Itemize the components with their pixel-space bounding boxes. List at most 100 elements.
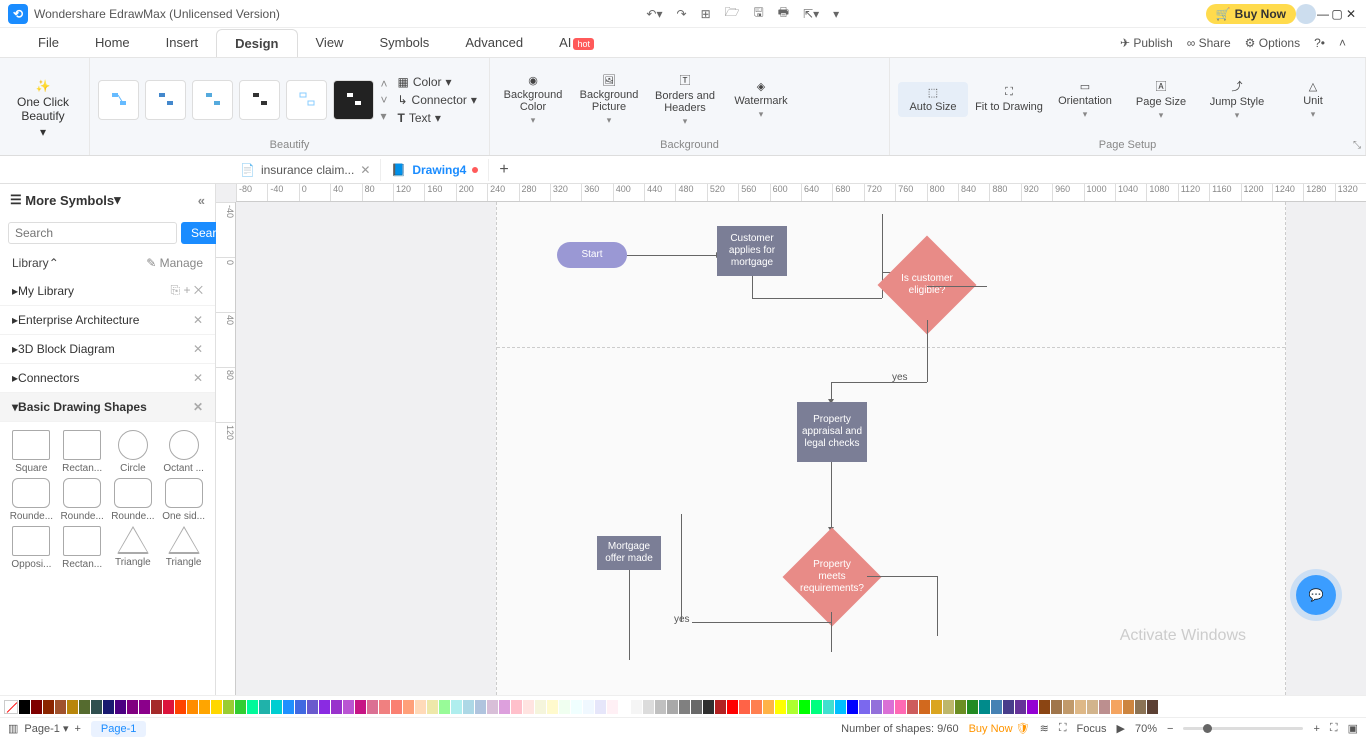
- color-swatch[interactable]: [1063, 700, 1074, 714]
- color-swatch[interactable]: [283, 700, 294, 714]
- color-swatch[interactable]: [691, 700, 702, 714]
- theme-expand[interactable]: ▾: [380, 109, 387, 123]
- color-swatch[interactable]: [859, 700, 870, 714]
- color-swatch[interactable]: [763, 700, 774, 714]
- color-swatch[interactable]: [79, 700, 90, 714]
- add-tab-button[interactable]: +: [489, 161, 518, 179]
- user-avatar[interactable]: [1296, 4, 1316, 24]
- color-swatch[interactable]: [19, 700, 30, 714]
- collapse-sidebar-icon[interactable]: «: [198, 193, 205, 208]
- color-swatch[interactable]: [103, 700, 114, 714]
- color-swatch[interactable]: [427, 700, 438, 714]
- node-start[interactable]: Start: [557, 242, 627, 268]
- color-swatch[interactable]: [379, 700, 390, 714]
- zoom-slider[interactable]: [1183, 727, 1303, 730]
- mylib-add[interactable]: +: [183, 283, 190, 297]
- color-swatch[interactable]: [1003, 700, 1014, 714]
- connector[interactable]: [752, 276, 753, 298]
- page-area[interactable]: Start Customer applies for mortgage Is c…: [496, 202, 1286, 695]
- connector[interactable]: [681, 622, 831, 623]
- color-swatch[interactable]: [583, 700, 594, 714]
- color-swatch[interactable]: [1027, 700, 1038, 714]
- shape-Rectan...[interactable]: Rectan...: [59, 526, 106, 570]
- page-tab[interactable]: Page-1: [91, 721, 146, 737]
- fit-to-drawing-button[interactable]: ⛶Fit to Drawing: [974, 82, 1044, 117]
- export-icon[interactable]: ⇱▾: [803, 7, 819, 21]
- color-swatch[interactable]: [1111, 700, 1122, 714]
- shape-One sid...[interactable]: One sid...: [160, 478, 207, 522]
- color-swatch[interactable]: [607, 700, 618, 714]
- color-swatch[interactable]: [1123, 700, 1134, 714]
- color-dropdown[interactable]: ▦ Color▾: [397, 75, 476, 89]
- color-swatch[interactable]: [979, 700, 990, 714]
- manage-button[interactable]: ✎ Manage: [146, 256, 203, 270]
- color-swatch[interactable]: [391, 700, 402, 714]
- chat-bubble-icon[interactable]: 💬: [1296, 575, 1336, 615]
- color-swatch[interactable]: [871, 700, 882, 714]
- color-swatch[interactable]: [163, 700, 174, 714]
- color-swatch[interactable]: [907, 700, 918, 714]
- borders-headers-button[interactable]: 🅃Borders and Headers▾: [650, 68, 720, 131]
- color-swatch[interactable]: [463, 700, 474, 714]
- shape-Rounde...[interactable]: Rounde...: [110, 478, 157, 522]
- page-selector[interactable]: Page-1 ▾: [24, 722, 68, 735]
- shape-Octant ...[interactable]: Octant ...: [160, 430, 207, 474]
- help-icon[interactable]: ?•: [1314, 36, 1325, 50]
- color-swatch[interactable]: [331, 700, 342, 714]
- shape-Triangle[interactable]: Triangle: [160, 526, 207, 570]
- color-swatch[interactable]: [451, 700, 462, 714]
- menu-design[interactable]: Design: [216, 29, 297, 57]
- color-swatch[interactable]: [1039, 700, 1050, 714]
- theme-style-1[interactable]: [98, 80, 139, 120]
- cat-basic-shapes[interactable]: ▾ Basic Drawing Shapes✕: [0, 393, 215, 422]
- color-swatch[interactable]: [991, 700, 1002, 714]
- menu-advanced[interactable]: Advanced: [447, 29, 541, 56]
- layers-icon[interactable]: ≋: [1040, 722, 1049, 735]
- menu-view[interactable]: View: [298, 29, 362, 56]
- connector[interactable]: [937, 576, 938, 636]
- share-button[interactable]: ∞ Share: [1187, 36, 1231, 50]
- color-swatch[interactable]: [475, 700, 486, 714]
- page-setup-expand-icon[interactable]: ⤡: [1353, 140, 1361, 151]
- shape-Rectan...[interactable]: Rectan...: [59, 430, 106, 474]
- open-icon[interactable]: 🗁: [725, 3, 740, 24]
- color-swatch[interactable]: [679, 700, 690, 714]
- color-swatch[interactable]: [1147, 700, 1158, 714]
- connector[interactable]: [927, 320, 928, 382]
- cat-enterprise[interactable]: ▸ Enterprise Architecture✕: [0, 306, 215, 335]
- color-swatch[interactable]: [631, 700, 642, 714]
- shape-Square[interactable]: Square: [8, 430, 55, 474]
- theme-style-4[interactable]: [239, 80, 280, 120]
- color-swatch[interactable]: [835, 700, 846, 714]
- publish-button[interactable]: ✈ Publish: [1120, 36, 1173, 50]
- page-size-button[interactable]: 🄰Page Size▾: [1126, 74, 1196, 125]
- cat-close-3[interactable]: ✕: [193, 400, 203, 414]
- collapse-ribbon-icon[interactable]: ˄: [1339, 36, 1346, 50]
- watermark-button[interactable]: ◈Watermark▾: [726, 76, 796, 124]
- color-swatch[interactable]: [739, 700, 750, 714]
- status-buynow[interactable]: Buy Now 🛡: [969, 722, 1030, 735]
- connector-dropdown[interactable]: ↳ Connector▾: [397, 93, 476, 107]
- color-swatch[interactable]: [943, 700, 954, 714]
- color-swatch[interactable]: [223, 700, 234, 714]
- color-swatch[interactable]: [211, 700, 222, 714]
- color-swatch[interactable]: [55, 700, 66, 714]
- color-swatch[interactable]: [295, 700, 306, 714]
- color-swatch[interactable]: [43, 700, 54, 714]
- color-swatch[interactable]: [751, 700, 762, 714]
- theme-scroll-up[interactable]: ˄: [380, 77, 387, 91]
- no-color-swatch[interactable]: [4, 700, 18, 714]
- zoom-value[interactable]: 70%: [1135, 723, 1157, 735]
- jump-style-button[interactable]: ⤴Jump Style▾: [1202, 74, 1272, 125]
- unit-button[interactable]: △Unit▾: [1278, 76, 1348, 124]
- text-dropdown[interactable]: T Text▾: [397, 111, 476, 125]
- color-swatch[interactable]: [175, 700, 186, 714]
- connector[interactable]: [927, 286, 987, 287]
- close-tab-1[interactable]: ✕: [360, 163, 370, 177]
- focus-icon[interactable]: ⛶: [1059, 722, 1067, 735]
- color-swatch[interactable]: [535, 700, 546, 714]
- theme-scroll-down[interactable]: ˅: [380, 93, 387, 107]
- color-swatch[interactable]: [775, 700, 786, 714]
- one-click-beautify-button[interactable]: ✨One Click Beautify ▾: [8, 73, 78, 145]
- menu-file[interactable]: File: [20, 29, 77, 56]
